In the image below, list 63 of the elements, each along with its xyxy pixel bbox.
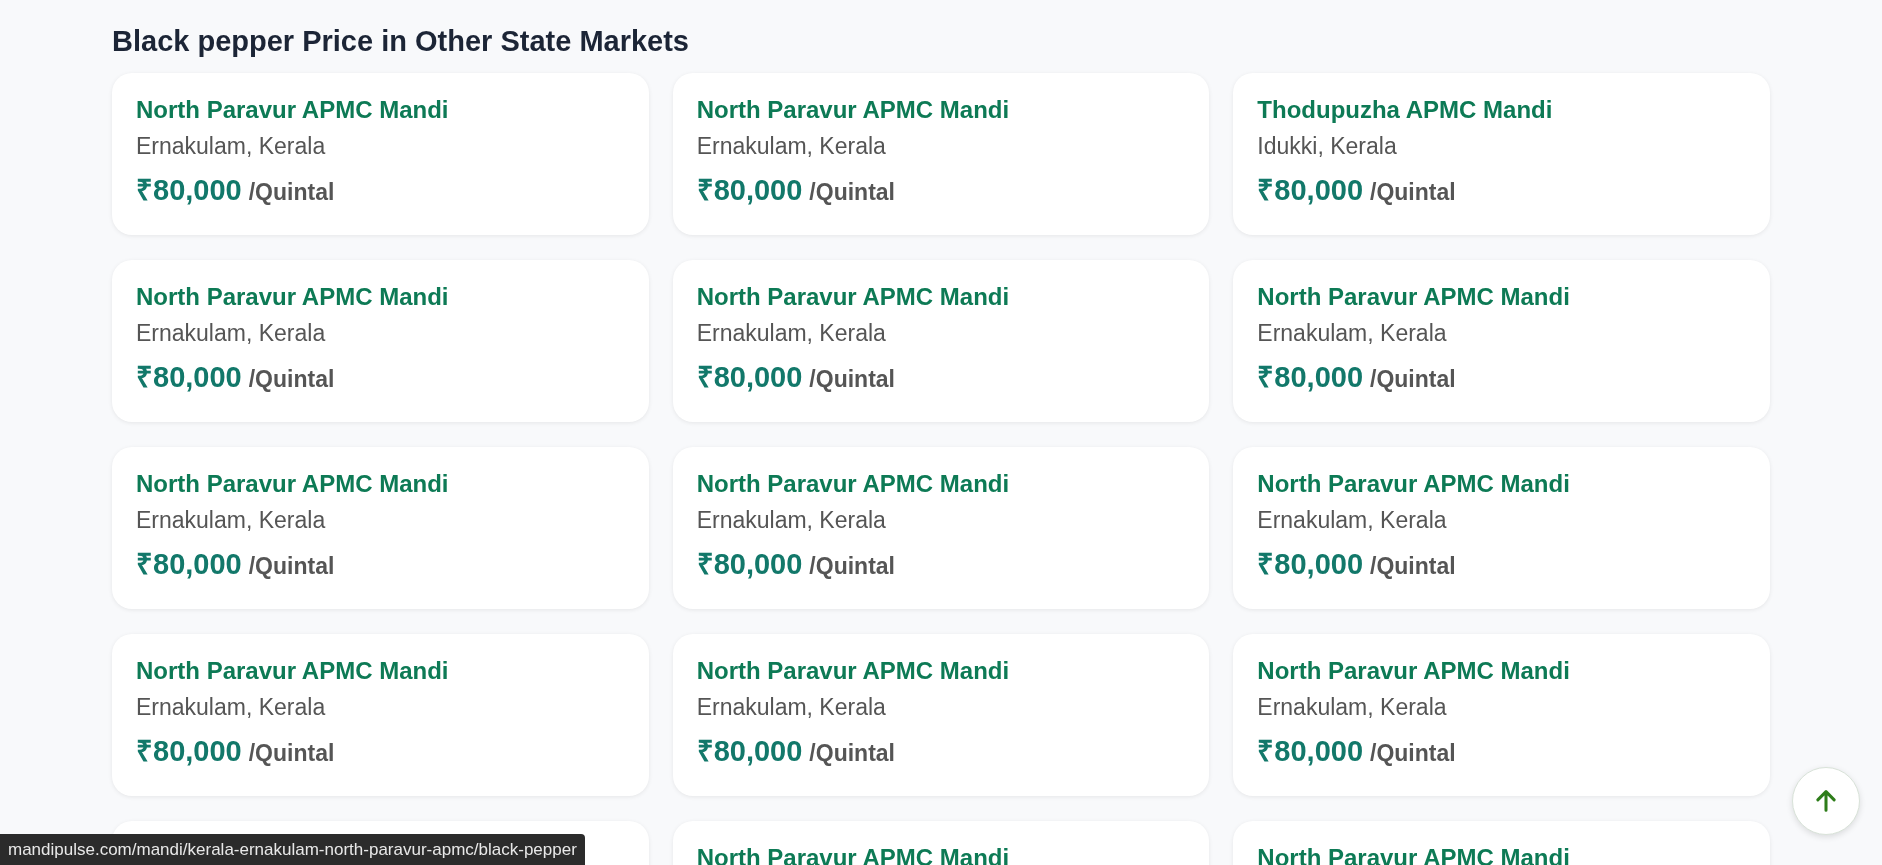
- market-name[interactable]: North Paravur APMC Mandi: [136, 469, 625, 499]
- price-value: ₹80,000: [696, 734, 803, 769]
- market-location: Ernakulam, Kerala: [696, 506, 887, 535]
- market-name[interactable]: North Paravur APMC Mandi: [696, 95, 1186, 125]
- market-location: Ernakulam, Kerala: [1257, 506, 1448, 535]
- price-unit: /Quintal: [1370, 365, 1456, 394]
- price-value: ₹80,000: [136, 173, 242, 208]
- price-value: ₹80,000: [136, 360, 242, 395]
- price-unit: /Quintal: [1370, 739, 1456, 768]
- price-value: ₹80,000: [1257, 173, 1364, 208]
- market-card[interactable]: North Paravur APMC Mandi Ernakulam, Kerala ₹80,000 /Quintal: [112, 634, 649, 796]
- price-value: ₹80,000: [136, 547, 242, 582]
- market-name[interactable]: North Paravur APMC Mandi: [1257, 282, 1746, 312]
- market-card[interactable]: North Paravur APMC Mandi Ernakulam, Kerala ₹80,000 /Quintal: [672, 73, 1210, 235]
- price-value: ₹80,000: [696, 173, 803, 208]
- market-card[interactable]: North Paravur APMC Mandi Ernakulam, Kerala ₹80,000 /Quintal: [672, 634, 1210, 796]
- section-heading: Black pepper Price in Other State Markets: [112, 24, 690, 58]
- market-name[interactable]: North Paravur APMC Mandi: [696, 656, 1186, 686]
- price-unit: /Quintal: [248, 365, 335, 394]
- market-card[interactable]: North Paravur APMC Mandi Ernakulam, Kerala ₹80,000 /Quintal: [1233, 634, 1770, 796]
- market-location: Ernakulam, Kerala: [1257, 693, 1448, 722]
- market-name[interactable]: North Paravur APMC Mandi: [136, 282, 625, 312]
- market-name[interactable]: North Paravur APMC Mandi: [696, 469, 1186, 499]
- market-card[interactable]: North Paravur APMC Mandi Ernakulam, Kerala ₹80,000 /Quintal: [112, 260, 649, 422]
- market-location: Ernakulam, Kerala: [1257, 319, 1448, 348]
- price-value: ₹80,000: [1257, 734, 1364, 769]
- market-name[interactable]: North Paravur APMC Mandi: [696, 282, 1186, 312]
- market-card[interactable]: Thodupuzha APMC Mandi Idukki, Kerala ₹80,000 /Quintal: [1233, 73, 1770, 235]
- price-unit: /Quintal: [809, 552, 895, 581]
- market-location: Ernakulam, Kerala: [696, 132, 887, 161]
- market-card[interactable]: North Paravur APMC Mandi Ernakulam, Kerala ₹80,000 /Quintal: [1233, 447, 1770, 609]
- market-location: Ernakulam, Kerala: [136, 693, 327, 722]
- market-location: Ernakulam, Kerala: [136, 506, 327, 535]
- price-value: ₹80,000: [1257, 360, 1364, 395]
- price-unit: /Quintal: [809, 365, 895, 394]
- market-location: Ernakulam, Kerala: [696, 319, 887, 348]
- market-name[interactable]: North Paravur APMC Mandi: [136, 656, 625, 686]
- price-unit: /Quintal: [809, 739, 895, 768]
- price-unit: /Quintal: [248, 552, 335, 581]
- market-name[interactable]: North Paravur APMC Mandi: [1257, 656, 1746, 686]
- market-location: Idukki, Kerala: [1257, 132, 1398, 161]
- price-unit: /Quintal: [248, 178, 335, 207]
- back-to-top-button[interactable]: [1792, 767, 1860, 835]
- market-location: Ernakulam, Kerala: [696, 693, 887, 722]
- market-card[interactable]: North Paravur APMC Mandi Ernakulam, Kerala ₹80,000 /Quintal: [112, 73, 649, 235]
- market-card[interactable]: North Paravur APMC Mandi Ernakulam, Kerala ₹80,000 /Quintal: [672, 260, 1210, 422]
- price-value: ₹80,000: [696, 360, 803, 395]
- url-tooltip: mandipulse.com/mandi/kerala-ernakulam-north-paravur-apmc/black-pepper: [0, 833, 585, 865]
- market-card[interactable]: North Paravur APMC Mandi Ernakulam, Kerala ₹80,000 /Quintal: [1233, 260, 1770, 422]
- market-name[interactable]: North Paravur APMC Mandi: [136, 95, 625, 125]
- price-unit: /Quintal: [1370, 552, 1456, 581]
- price-unit: /Quintal: [248, 739, 335, 768]
- market-location: Ernakulam, Kerala: [136, 319, 327, 348]
- price-value: ₹80,000: [696, 547, 803, 582]
- price-unit: /Quintal: [1370, 178, 1456, 207]
- market-location: Ernakulam, Kerala: [136, 132, 327, 161]
- price-value: ₹80,000: [1257, 547, 1364, 582]
- price-unit: /Quintal: [809, 178, 895, 207]
- market-name[interactable]: North Paravur APMC Mandi: [1257, 469, 1746, 499]
- market-name[interactable]: Thodupuzha APMC Mandi: [1257, 95, 1746, 125]
- market-card[interactable]: North Paravur APMC Mandi Ernakulam, Kerala ₹80,000 /Quintal: [112, 447, 649, 609]
- price-value: ₹80,000: [136, 734, 242, 769]
- market-card[interactable]: North Paravur APMC Mandi Ernakulam, Kerala ₹80,000 /Quintal: [672, 447, 1210, 609]
